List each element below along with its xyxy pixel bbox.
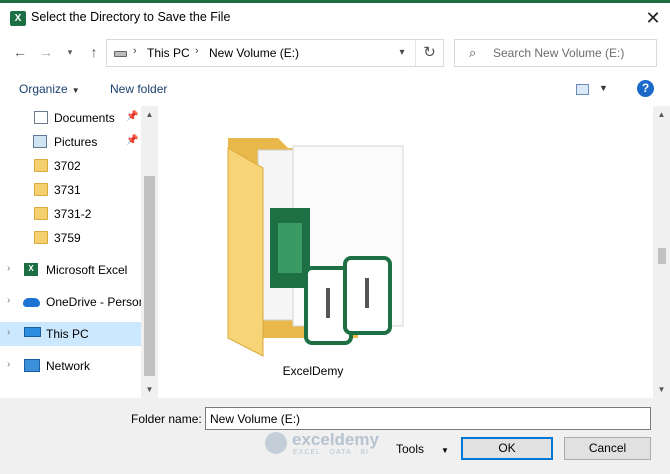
pictures-icon: [33, 135, 47, 148]
content-scrollbar[interactable]: ▲ ▼: [653, 106, 670, 398]
folder-icon: [34, 183, 48, 196]
folder-item-label: ExcelDemy: [282, 364, 344, 378]
dialog-title: Select the Directory to Save the File: [31, 10, 231, 24]
nav-pane-scrollbar[interactable]: ▲ ▼: [141, 106, 158, 398]
back-arrow-icon[interactable]: ←: [9, 41, 31, 63]
folder-name-field[interactable]: [205, 407, 651, 430]
forward-arrow-icon[interactable]: →: [35, 41, 57, 63]
recent-locations-chevron-icon[interactable]: ▾: [59, 41, 81, 63]
search-box[interactable]: ⌕: [454, 39, 657, 67]
tools-label: Tools: [396, 442, 425, 456]
navigation-pane: Documents 📌 Pictures 📌 3702 3731 3731-2 …: [0, 106, 158, 398]
search-input[interactable]: [493, 40, 653, 66]
nav-item-label: 3731: [54, 183, 81, 197]
nav-item-3731-2[interactable]: 3731-2: [0, 202, 141, 226]
refresh-icon[interactable]: ↻: [415, 40, 443, 66]
nav-scroll-thumb[interactable]: [144, 176, 155, 376]
drive-icon: [114, 51, 127, 57]
nav-item-label: Pictures: [54, 135, 98, 149]
nav-item-label: This PC: [46, 327, 89, 341]
expand-chevron-icon[interactable]: ›: [7, 327, 10, 338]
expand-chevron-icon[interactable]: ›: [7, 359, 10, 370]
breadcrumb-new-volume[interactable]: New Volume (E:): [209, 46, 299, 60]
ok-button[interactable]: OK: [461, 437, 553, 460]
expand-chevron-icon[interactable]: ›: [7, 295, 10, 306]
address-bar[interactable]: › This PC › New Volume (E:) ▾ ↻: [106, 39, 444, 67]
organize-menu[interactable]: Organize ▼: [19, 82, 80, 96]
title-bar: X Select the Directory to Save the File …: [0, 3, 670, 33]
tools-menu[interactable]: Tools ▼: [396, 442, 449, 456]
expand-chevron-icon[interactable]: ›: [7, 263, 10, 274]
scroll-up-icon[interactable]: ▲: [141, 106, 158, 123]
content-scroll-thumb[interactable]: [658, 248, 666, 264]
help-icon[interactable]: ?: [637, 80, 654, 97]
onedrive-icon: [23, 298, 40, 307]
this-pc-icon: [24, 327, 41, 337]
nav-item-label: Documents: [54, 111, 115, 125]
nav-item-label: 3759: [54, 231, 81, 245]
breadcrumb-separator-icon[interactable]: ›: [195, 45, 199, 57]
folder-name-label: Folder name:: [131, 412, 202, 426]
watermark-name: exceldemy: [292, 430, 379, 449]
nav-item-label: OneDrive - Person: [46, 295, 146, 309]
nav-item-3731[interactable]: 3731: [0, 178, 141, 202]
nav-item-label: 3731-2: [54, 207, 92, 221]
folder-item-exceldemy[interactable]: ExcelDemy: [218, 128, 408, 388]
nav-item-3702[interactable]: 3702: [0, 154, 141, 178]
excel-icon: X: [24, 263, 38, 276]
excel-app-icon: X: [10, 11, 26, 26]
scroll-down-icon[interactable]: ▼: [141, 381, 158, 398]
scroll-down-icon[interactable]: ▼: [653, 381, 670, 398]
address-history-chevron-icon[interactable]: ▾: [390, 40, 414, 66]
pin-icon[interactable]: 📌: [126, 111, 138, 122]
breadcrumb-separator-icon[interactable]: ›: [133, 45, 137, 57]
nav-item-network[interactable]: › Network: [0, 354, 141, 378]
nav-item-this-pc[interactable]: › This PC: [0, 322, 141, 346]
file-list-area: ExcelDemy ▲ ▼: [160, 106, 670, 398]
cancel-button[interactable]: Cancel: [564, 437, 651, 460]
up-arrow-icon[interactable]: ↑: [83, 41, 105, 63]
folder-icon: [34, 207, 48, 220]
pin-icon[interactable]: 📌: [126, 135, 138, 146]
organize-label: Organize: [19, 82, 68, 96]
save-directory-dialog: X Select the Directory to Save the File …: [0, 0, 670, 474]
close-button[interactable]: ✕: [636, 4, 670, 32]
watermark-logo-icon: [265, 432, 287, 454]
caret-down-icon: ▼: [441, 446, 449, 455]
new-folder-button[interactable]: New folder: [110, 82, 167, 96]
nav-item-label: Network: [46, 359, 91, 373]
view-options-icon[interactable]: [576, 84, 589, 95]
network-icon: [24, 359, 40, 372]
folder-icon: [34, 231, 48, 244]
nav-item-onedrive[interactable]: › OneDrive - Person: [0, 290, 145, 314]
documents-icon: [34, 111, 48, 124]
nav-item-label: Microsoft Excel: [46, 263, 128, 277]
large-folder-icon: [227, 138, 404, 357]
search-icon: ⌕: [469, 45, 477, 60]
command-bar: Organize ▼ New folder ▼ ?: [0, 76, 670, 104]
nav-item-3759[interactable]: 3759: [0, 226, 141, 250]
folder-icon: [34, 159, 48, 172]
nav-item-pictures[interactable]: Pictures 📌: [0, 130, 141, 154]
scroll-up-icon[interactable]: ▲: [653, 106, 670, 123]
view-options-caret-icon[interactable]: ▼: [599, 83, 608, 93]
nav-item-microsoft-excel[interactable]: › X Microsoft Excel: [0, 258, 141, 282]
watermark-tagline: EXCEL · DATA · BI: [293, 449, 369, 456]
breadcrumb-this-pc[interactable]: This PC: [147, 46, 190, 60]
nav-item-label: 3702: [54, 159, 81, 173]
caret-down-icon: ▼: [71, 86, 80, 95]
nav-item-documents[interactable]: Documents 📌: [0, 106, 141, 130]
